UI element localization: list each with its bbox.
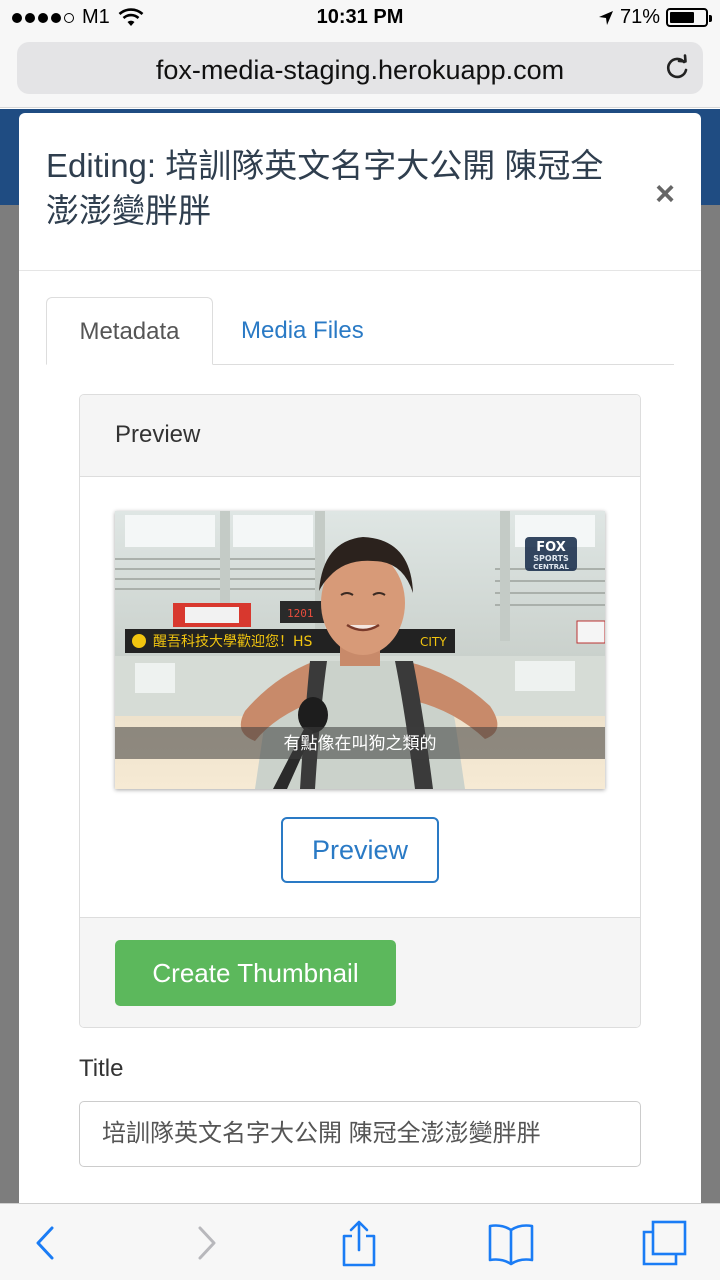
bookmarks-icon[interactable]: [486, 1218, 536, 1268]
modal-title: Editing: 培訓隊英文名字大公開 陳冠全澎澎變胖胖: [46, 147, 604, 229]
battery-icon: [666, 8, 712, 27]
preview-button[interactable]: Preview: [281, 817, 439, 883]
preview-panel-footer: Create Thumbnail: [80, 917, 640, 1027]
logo-sports-text: SPORTS: [533, 554, 569, 563]
battery-percent: 71%: [619, 6, 660, 28]
battery-level-fill: [670, 12, 695, 23]
logo-central-text: CENTRAL: [533, 563, 569, 571]
back-icon[interactable]: [22, 1218, 72, 1268]
preview-heading-text: Preview: [115, 421, 201, 448]
close-icon[interactable]: ×: [655, 177, 675, 211]
location-arrow-icon: [598, 10, 613, 25]
video-thumbnail: 1201 醒吾科技大學歡迎您！HS CITY 有點像在叫狗之類的 FOX SPO…: [115, 511, 605, 789]
svg-text:1201: 1201: [287, 607, 314, 620]
thumbnail-image: 1201 醒吾科技大學歡迎您！HS CITY 有點像在叫狗之類的 FOX SPO…: [115, 511, 605, 789]
forward-icon[interactable]: [180, 1218, 230, 1268]
title-input[interactable]: 培訓隊英文名字大公開 陳冠全澎澎變胖胖: [79, 1101, 641, 1167]
share-icon[interactable]: [334, 1218, 384, 1268]
status-right: 71%: [598, 6, 712, 29]
arena-banner-text: 醒吾科技大學歡迎您！HS: [153, 633, 313, 650]
logo-fox-text: FOX: [536, 540, 566, 555]
tab-media-files[interactable]: Media Files: [241, 297, 364, 365]
modal-header: Editing: 培訓隊英文名字大公開 陳冠全澎澎變胖胖 ×: [19, 113, 701, 271]
fox-sports-logo: FOX SPORTS CENTRAL: [525, 537, 577, 571]
tab-metadata[interactable]: Metadata: [46, 297, 213, 365]
reload-icon[interactable]: [663, 54, 691, 82]
status-bar: M1 10:31 PM 71%: [0, 0, 720, 36]
edit-modal: Editing: 培訓隊英文名字大公開 陳冠全澎澎變胖胖 × Metadata …: [19, 113, 701, 1223]
thumbnail-subtitle: 有點像在叫狗之類的: [284, 734, 437, 754]
browser-toolbar: [0, 1203, 720, 1280]
modal-tabs: Metadata Media Files: [46, 297, 674, 365]
address-bar[interactable]: fox-media-staging.herokuapp.com: [17, 42, 703, 94]
title-label: Title: [79, 1055, 124, 1082]
preview-panel-heading: Preview: [80, 395, 640, 477]
arena-banner-tail: CITY: [420, 635, 447, 649]
browser-address-area: fox-media-staging.herokuapp.com: [0, 36, 720, 108]
url-text[interactable]: fox-media-staging.herokuapp.com: [17, 55, 703, 86]
preview-panel: Preview 1201 醒吾科技大學歡迎您！HS CITY 有點像在叫狗之類的…: [79, 394, 641, 1028]
create-thumbnail-button[interactable]: Create Thumbnail: [115, 940, 396, 1006]
tabs-icon[interactable]: [640, 1218, 690, 1268]
